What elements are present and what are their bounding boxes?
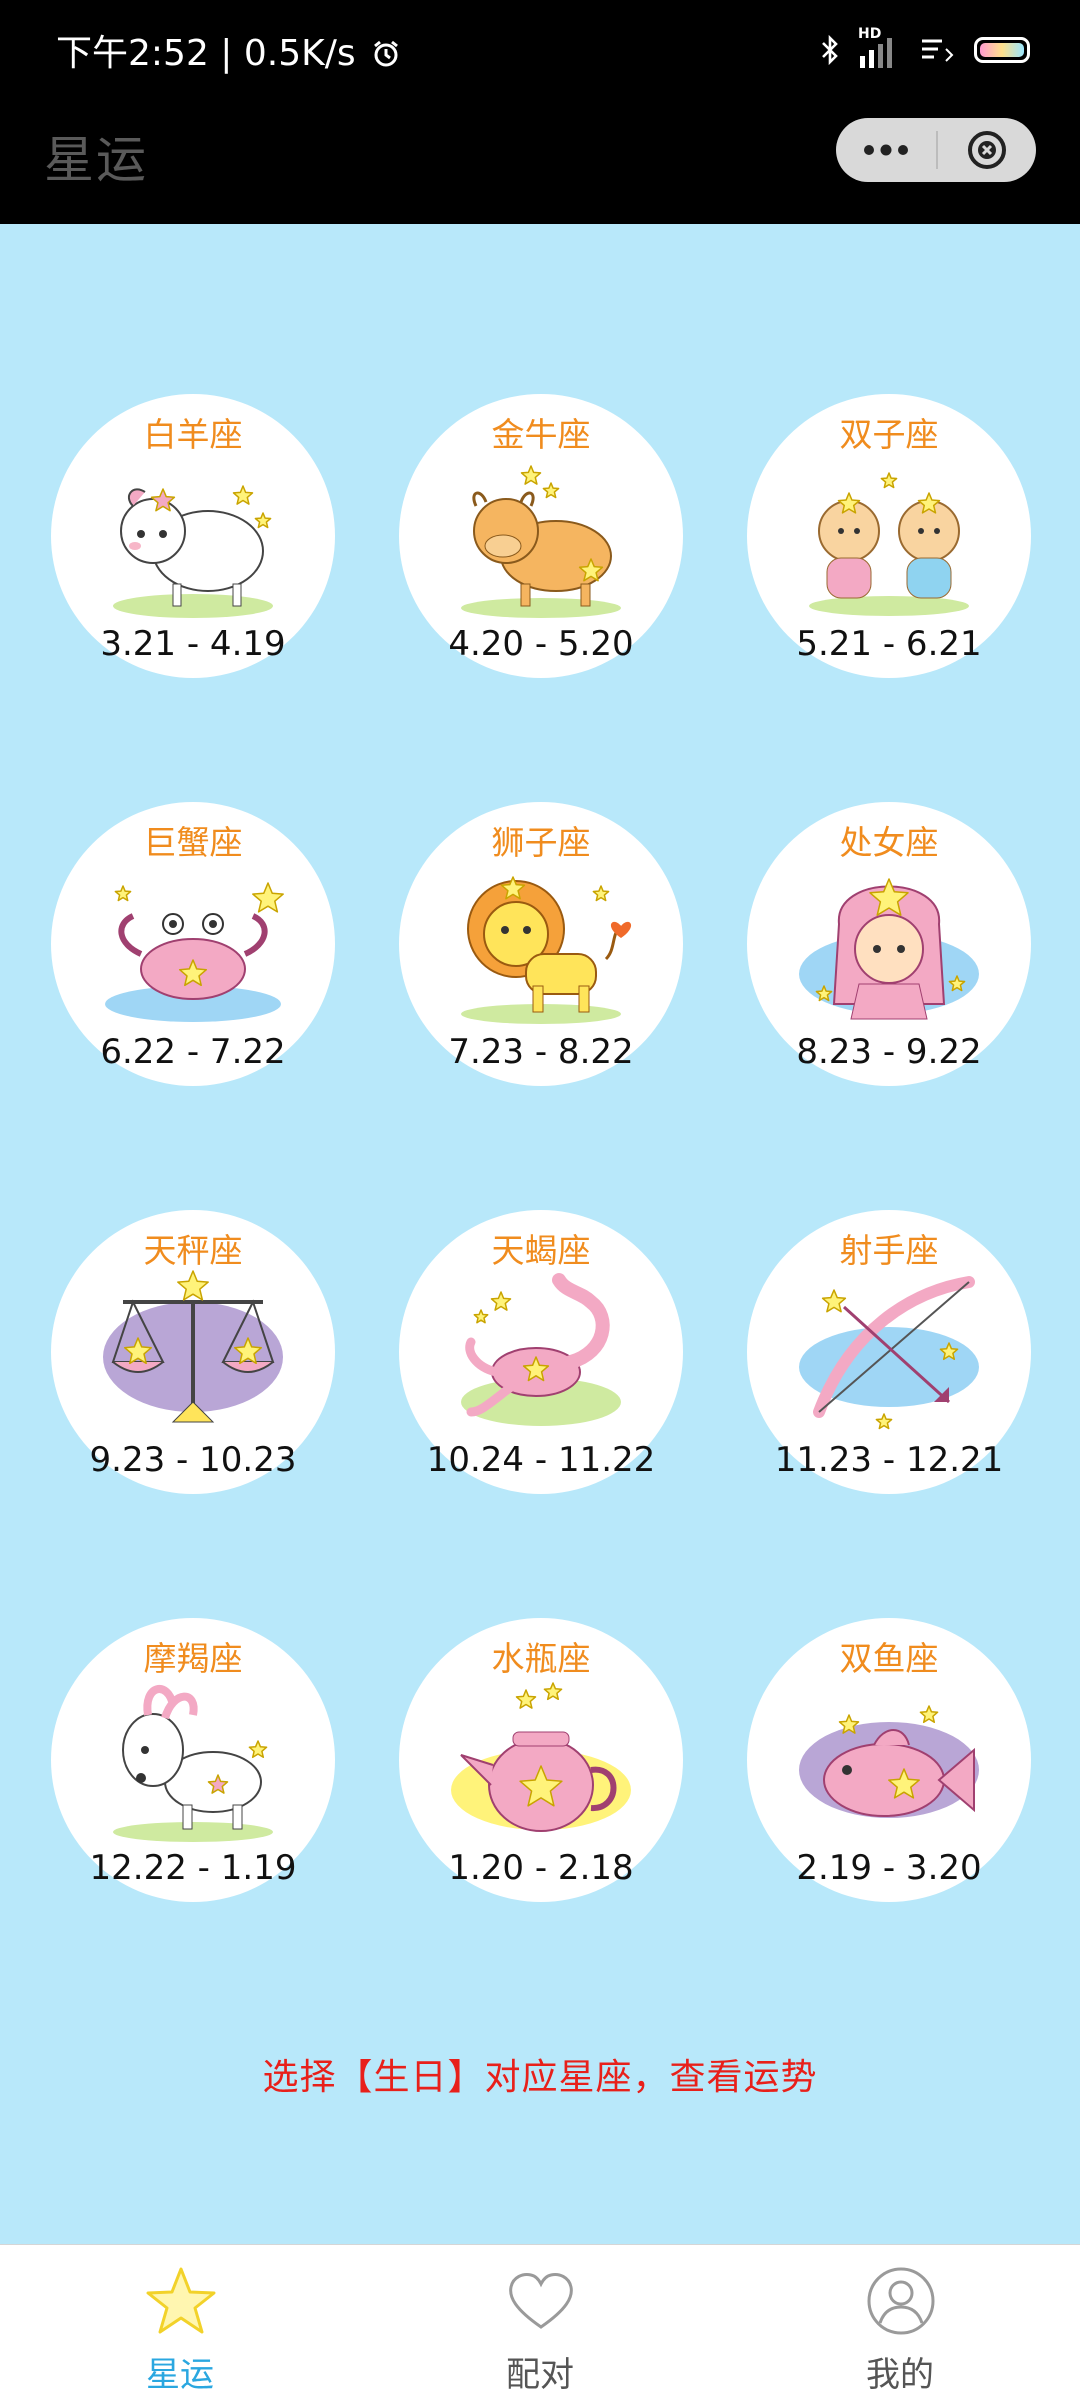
signal-icon: HD: [858, 26, 902, 70]
zodiac-date-range: 10.24 - 11.22: [426, 1440, 656, 1480]
zodiac-name: 摩羯座: [143, 1639, 243, 1678]
tab-mine-label: 我的: [866, 2355, 934, 2395]
zodiac-card-bow[interactable]: 射手座 11.23 - 12.21: [747, 1210, 1031, 1494]
status-time: 下午2:52 | 0.5K/s: [56, 24, 401, 76]
page-title: 星运: [44, 131, 148, 189]
tab-horoscope[interactable]: 星运: [0, 2245, 360, 2401]
more-button[interactable]: [836, 118, 936, 182]
crab-illustration: [105, 882, 284, 1022]
battery-icon: [974, 37, 1030, 63]
close-button[interactable]: [938, 118, 1036, 182]
zodiac-date-range: 12.22 - 1.19: [89, 1848, 297, 1888]
lion-illustration: [461, 876, 632, 1024]
star-icon: [146, 2267, 216, 2334]
zodiac-date-range: 7.23 - 8.22: [448, 1032, 634, 1072]
data-speed-icon: [922, 39, 954, 62]
zodiac-name: 巨蟹座: [143, 823, 243, 862]
zodiac-date-range: 8.23 - 9.22: [796, 1032, 982, 1072]
hint-text: 选择【生日】对应星座，查看运势: [262, 2057, 818, 2098]
zodiac-card-fish[interactable]: 双鱼座 2.19 - 3.20: [747, 1618, 1031, 1902]
goat-illustration: [113, 1685, 273, 1842]
zodiac-grid: 白羊座 3.21 - 4.19 金牛座 4.20 - 5.20 双子座 5.21…: [0, 224, 1080, 2244]
jug-illustration: [451, 1682, 631, 1832]
mini-program-capsule: [836, 118, 1036, 182]
zodiac-card-girl[interactable]: 处女座 8.23 - 9.22: [747, 802, 1031, 1086]
zodiac-name: 天秤座: [143, 1231, 243, 1270]
zodiac-card-twins[interactable]: 双子座 5.21 - 6.21: [747, 394, 1031, 678]
zodiac-date-range: 5.21 - 6.21: [796, 624, 982, 664]
scorpion-illustration: [461, 1273, 621, 1426]
zodiac-card-crab[interactable]: 巨蟹座 6.22 - 7.22: [51, 802, 335, 1086]
bluetooth-icon: [822, 34, 838, 66]
zodiac-card-lion[interactable]: 狮子座 7.23 - 8.22: [399, 802, 683, 1086]
tab-bar: 星运 配对 我的: [0, 2244, 1080, 2401]
user-icon: [867, 2267, 935, 2335]
zodiac-name: 射手座: [839, 1231, 939, 1270]
tab-match-label: 配对: [506, 2355, 574, 2395]
zodiac-date-range: 11.23 - 12.21: [774, 1440, 1004, 1480]
nav-bar: 星运: [0, 100, 1080, 224]
zodiac-card-goat[interactable]: 摩羯座 12.22 - 1.19: [51, 1618, 335, 1902]
signal-hd-label: HD: [858, 26, 882, 42]
zodiac-card-jug[interactable]: 水瓶座 1.20 - 2.18: [399, 1618, 683, 1902]
zodiac-date-range: 2.19 - 3.20: [796, 1848, 982, 1888]
bull-illustration: [461, 465, 621, 618]
zodiac-date-range: 4.20 - 5.20: [448, 624, 634, 664]
twins-illustration: [809, 472, 969, 616]
tab-horoscope-label: 星运: [146, 2355, 214, 2395]
alarm-clock-icon: [374, 40, 398, 67]
status-icons: HD: [820, 26, 1030, 72]
tab-match[interactable]: 配对: [360, 2245, 720, 2401]
girl-illustration: [799, 878, 979, 1020]
zodiac-card-scorpion[interactable]: 天蝎座 10.24 - 11.22: [399, 1210, 683, 1494]
zodiac-name: 天蝎座: [491, 1231, 591, 1270]
zodiac-card-ram[interactable]: 白羊座 3.21 - 4.19: [51, 394, 335, 678]
close-circle-icon: [968, 131, 1006, 169]
zodiac-name: 双子座: [839, 415, 939, 454]
zodiac-name: 金牛座: [491, 415, 591, 454]
zodiac-date-range: 9.23 - 10.23: [89, 1440, 297, 1480]
ram-illustration: [113, 485, 273, 618]
bow-illustration: [799, 1276, 979, 1430]
zodiac-name: 狮子座: [491, 823, 591, 862]
zodiac-card-scales[interactable]: 天秤座 9.23 - 10.23: [51, 1210, 335, 1494]
scales-illustration: [103, 1270, 283, 1423]
more-dots-icon: [864, 144, 908, 156]
zodiac-date-range: 3.21 - 4.19: [100, 624, 286, 664]
zodiac-name: 处女座: [839, 823, 939, 862]
zodiac-name: 白羊座: [143, 415, 243, 454]
status-bar: 下午2:52 | 0.5K/s HD: [0, 0, 1080, 100]
zodiac-card-bull[interactable]: 金牛座 4.20 - 5.20: [399, 394, 683, 678]
tab-mine[interactable]: 我的: [720, 2245, 1080, 2401]
status-time-text: 下午2:52 | 0.5K/s: [56, 33, 356, 74]
zodiac-name: 水瓶座: [491, 1639, 591, 1678]
fish-illustration: [799, 1705, 979, 1818]
zodiac-date-range: 1.20 - 2.18: [448, 1848, 634, 1888]
zodiac-name: 双鱼座: [839, 1639, 939, 1678]
heart-icon: [509, 2273, 573, 2329]
zodiac-date-range: 6.22 - 7.22: [100, 1032, 286, 1072]
